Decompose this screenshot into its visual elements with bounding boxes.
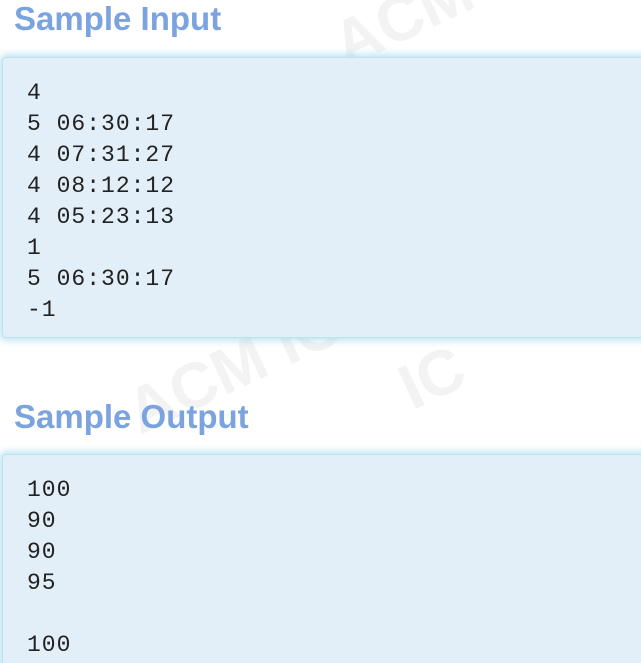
sample-output-box[interactable]: 100 90 90 95 100 bbox=[2, 454, 641, 663]
sample-input-line: 4 07:31:27 bbox=[27, 142, 176, 168]
sample-input-line: 4 bbox=[27, 80, 42, 106]
sample-output-line: 90 bbox=[27, 539, 57, 565]
sample-output-title: Sample Output bbox=[14, 398, 249, 435]
sample-output-content: 100 90 90 95 100 bbox=[3, 455, 641, 661]
sample-input-title: Sample Input bbox=[14, 0, 222, 37]
sample-output-line: 100 bbox=[27, 477, 72, 503]
sample-output-line: 95 bbox=[27, 570, 57, 596]
sample-input-line: 1 bbox=[27, 235, 42, 261]
sample-input-line: 5 06:30:17 bbox=[27, 111, 176, 137]
sample-output-line: 100 bbox=[27, 632, 72, 658]
watermark: IC bbox=[387, 330, 477, 424]
sample-output-line: 90 bbox=[27, 508, 57, 534]
sample-input-line: 5 06:30:17 bbox=[27, 266, 176, 292]
sample-input-line: -1 bbox=[27, 297, 57, 323]
sample-output-line bbox=[27, 599, 641, 630]
sample-input-box[interactable]: 4 5 06:30:17 4 07:31:27 4 08:12:12 4 05:23:1… bbox=[2, 57, 641, 338]
sample-input-line: 4 05:23:13 bbox=[27, 204, 176, 230]
sample-input-content: 4 5 06:30:17 4 07:31:27 4 08:12:12 4 05:23:1… bbox=[3, 58, 641, 326]
sample-input-line: 4 08:12:12 bbox=[27, 173, 176, 199]
